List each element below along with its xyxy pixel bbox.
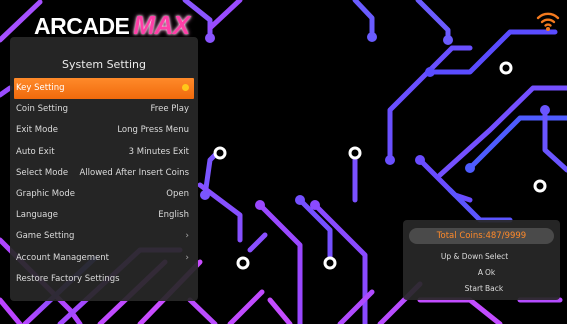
menu-item-value: Free Play	[150, 104, 189, 115]
total-coins: Total Coins:487/9999	[409, 228, 554, 244]
menu-item-account-management[interactable]: Account Management ›	[10, 248, 198, 269]
menu-item-coin-setting[interactable]: Coin Setting Free Play	[10, 99, 198, 120]
chevron-right-icon: ›	[185, 231, 189, 242]
menu-item-value: English	[158, 210, 189, 221]
logo-word-arcade: ARCADE	[34, 13, 130, 39]
menu-item-game-setting[interactable]: Game Setting ›	[10, 226, 198, 247]
system-setting-panel: System Setting Key Setting Coin Setting …	[10, 37, 198, 301]
dot-icon	[182, 84, 189, 91]
control-key: A	[477, 268, 483, 277]
menu-item-exit-mode[interactable]: Exit Mode Long Press Menu	[10, 120, 198, 141]
wifi-icon	[536, 12, 560, 31]
menu-item-label: Language	[16, 210, 58, 221]
menu-item-key-setting[interactable]: Key Setting	[14, 78, 194, 100]
settings-menu: Key Setting Coin Setting Free Play Exit …	[10, 78, 198, 290]
logo-word-max: MAX	[133, 10, 190, 40]
menu-item-select-mode[interactable]: Select Mode Allowed After Insert Coins	[10, 163, 198, 184]
menu-item-label: Restore Factory Settings	[16, 273, 120, 284]
menu-item-value: Allowed After Insert Coins	[79, 167, 189, 178]
control-action: Select	[485, 252, 509, 261]
selected-indicator	[182, 78, 189, 99]
panel-title: System Setting	[62, 58, 146, 71]
menu-item-value: 3 Minutes Exit	[128, 146, 189, 157]
menu-item-graphic-mode[interactable]: Graphic Mode Open	[10, 184, 198, 205]
chevron-right-icon: ›	[185, 252, 189, 263]
menu-item-value: Open	[166, 188, 189, 199]
control-hint-a: A Ok	[403, 268, 560, 280]
control-key: Start	[464, 284, 483, 293]
game-screen: ARCADE MAX System Setting Key Setting Coi…	[0, 0, 567, 324]
menu-item-value: Long Press Menu	[117, 125, 189, 136]
control-hint-start: Start Back	[403, 284, 560, 296]
menu-item-label: Account Management	[16, 252, 110, 263]
menu-item-label: Key Setting	[16, 83, 65, 93]
control-key: Up & Down	[440, 252, 483, 261]
menu-item-language[interactable]: Language English	[10, 205, 198, 226]
coins-panel: Total Coins:487/9999 Up & Down Select A …	[403, 220, 560, 300]
menu-item-label: Game Setting	[16, 231, 75, 242]
control-action: Back	[485, 284, 504, 293]
menu-item-label: Coin Setting	[16, 104, 69, 115]
menu-item-label: Graphic Mode	[16, 188, 75, 199]
menu-item-label: Auto Exit	[16, 146, 55, 157]
menu-item-restore-factory-settings[interactable]: Restore Factory Settings	[10, 269, 198, 290]
control-action: Ok	[485, 268, 496, 277]
arcade-max-logo: ARCADE MAX	[34, 10, 190, 40]
menu-item-label: Exit Mode	[16, 125, 58, 136]
control-hint-up-down: Up & Down Select	[403, 252, 560, 264]
menu-item-auto-exit[interactable]: Auto Exit 3 Minutes Exit	[10, 142, 198, 163]
menu-item-label: Select Mode	[16, 167, 69, 178]
